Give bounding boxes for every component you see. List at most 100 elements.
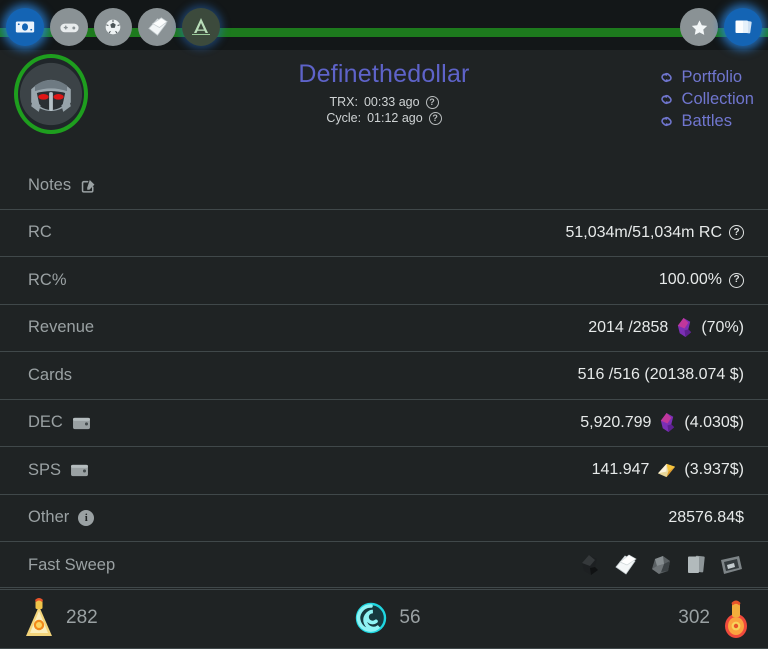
dark-gem-icon[interactable] [578, 553, 604, 577]
row-notes-label: Notes [28, 175, 72, 194]
fast-sweep-icon-group [578, 553, 744, 577]
teal-spiral-count: 56 [399, 607, 421, 628]
wallet-icon[interactable] [72, 415, 91, 430]
nav-collection-button[interactable] [724, 8, 762, 46]
row-other-label-group: Other i [28, 508, 95, 527]
row-dec-label-group: DEC [28, 413, 91, 432]
row-fast-sweep-label: Fast Sweep [28, 555, 116, 574]
cycle-value: 01:12 ago [367, 111, 423, 125]
rock-chunk-icon[interactable] [648, 553, 674, 577]
gold-potion-icon [22, 596, 56, 640]
trx-status: TRX: 00:33 ago ? [0, 95, 768, 109]
row-dec-value: 5,920.799 [580, 413, 652, 431]
row-cards-value: 516 /516 (20138.074 $) [577, 366, 744, 384]
nav-favorites-button[interactable] [680, 8, 718, 46]
title-block: Definethedollar TRX: 00:33 ago ? Cycle: … [0, 50, 768, 125]
link-battles[interactable]: Battles [658, 112, 732, 131]
stats-list: Notes RC 51,034m/51,034m RC ? RC% 100.00… [0, 162, 768, 590]
row-cards[interactable]: Cards 516 /516 (20138.074 $) [0, 352, 768, 400]
wallet-icon[interactable] [70, 463, 89, 478]
edit-icon[interactable] [80, 177, 97, 194]
link-collection-label: Collection [681, 90, 754, 108]
row-revenue-suffix: (70%) [701, 318, 744, 336]
red-potion-icon [720, 595, 752, 641]
row-revenue-value: 2014 /2858 [588, 318, 669, 336]
row-cards-label: Cards [28, 365, 73, 384]
red-potion-count: 302 [678, 607, 710, 628]
row-rc[interactable]: RC 51,034m/51,034m RC ? [0, 210, 768, 257]
card-stack-icon [731, 15, 755, 39]
external-links: Portfolio Collection Battles [658, 68, 754, 131]
link-portfolio-label: Portfolio [681, 68, 743, 86]
teal-spiral-icon [353, 600, 389, 636]
bottom-item-red-potion[interactable]: 302 [509, 595, 768, 641]
row-rc-value: 51,034m/51,034m RC [565, 223, 722, 241]
money-icon [14, 16, 36, 38]
page-title: Definethedollar [298, 60, 470, 88]
nav-left-group [6, 8, 220, 46]
white-paper-icon[interactable] [613, 553, 639, 577]
row-rc-percent-value: 100.00% [658, 271, 722, 289]
bottom-resource-bar: 282 56 302 [0, 587, 768, 649]
star-icon [688, 16, 711, 39]
nav-games-button[interactable] [50, 8, 88, 46]
row-fast-sweep[interactable]: Fast Sweep [0, 542, 768, 590]
link-battles-label: Battles [681, 112, 732, 130]
gold-potion-count: 282 [66, 607, 98, 628]
cycle-label: Cycle: [326, 111, 362, 125]
trx-value: 00:33 ago [363, 95, 420, 109]
row-sps[interactable]: SPS 141.947 (3.937$) [0, 447, 768, 495]
dec-gem-icon [675, 317, 694, 338]
dec-gem-icon [658, 412, 677, 433]
row-notes[interactable]: Notes [0, 162, 768, 210]
row-rc-percent-label: RC% [28, 270, 67, 289]
info-icon[interactable]: i [78, 509, 95, 526]
link-icon [658, 69, 675, 86]
soccer-ball-icon [102, 16, 124, 38]
cycle-status: Cycle: 01:12 ago ? [0, 111, 768, 125]
row-dec-suffix: (4.030$) [684, 413, 744, 431]
sps-icon [656, 461, 677, 479]
trx-label: TRX: [329, 95, 358, 109]
top-navigation-bar [0, 0, 768, 50]
card-stack-gray-icon[interactable] [683, 553, 709, 577]
rc-help-icon[interactable]: ? [729, 225, 744, 241]
link-icon [658, 91, 675, 108]
link-collection[interactable]: Collection [658, 90, 754, 109]
avatar[interactable] [14, 54, 88, 134]
row-other[interactable]: Other i 28576.84$ [0, 495, 768, 542]
row-dec[interactable]: DEC 5,920.799 (4.030$) [0, 400, 768, 447]
link-portfolio[interactable]: Portfolio [658, 68, 743, 87]
row-dec-label: DEC [28, 413, 63, 432]
gamepad-icon [58, 16, 81, 39]
nav-sports-button[interactable] [94, 8, 132, 46]
bottom-item-teal-spiral[interactable]: 56 [265, 600, 508, 636]
row-sps-suffix: (3.937$) [684, 461, 744, 479]
row-sps-value: 141.947 [591, 461, 650, 479]
framed-item-icon[interactable] [718, 553, 744, 577]
alpha-logo-icon [188, 14, 214, 40]
row-notes-label-group: Notes [28, 176, 97, 195]
row-rc-label: RC [28, 223, 52, 242]
row-sps-label-group: SPS [28, 461, 89, 480]
row-other-label: Other [28, 508, 70, 527]
nav-right-group [680, 8, 762, 46]
row-rc-percent-value-group: 100.00% ? [659, 271, 744, 289]
row-revenue-value-group: 2014 /2858 (70%) [588, 317, 744, 338]
cycle-help-icon[interactable]: ? [428, 111, 442, 125]
row-other-value: 28576.84$ [668, 508, 744, 526]
bottom-item-gold-potion[interactable]: 282 [0, 596, 265, 640]
app-root: Definethedollar TRX: 00:33 ago ? Cycle: … [0, 0, 768, 649]
trx-help-icon[interactable]: ? [425, 95, 439, 109]
nav-money-button[interactable] [6, 8, 44, 46]
row-dec-value-group: 5,920.799 (4.030$) [580, 412, 744, 433]
nav-cards-button[interactable] [138, 8, 176, 46]
cards-icon [145, 15, 170, 40]
profile-header: Definethedollar TRX: 00:33 ago ? Cycle: … [0, 50, 768, 162]
rc-percent-help-icon[interactable]: ? [729, 272, 744, 288]
row-rc-percent[interactable]: RC% 100.00% ? [0, 257, 768, 305]
row-sps-value-group: 141.947 (3.937$) [592, 461, 744, 479]
row-revenue[interactable]: Revenue 2014 /2858 (70%) [0, 305, 768, 352]
row-revenue-label: Revenue [28, 318, 95, 337]
nav-alpha-button[interactable] [182, 8, 220, 46]
